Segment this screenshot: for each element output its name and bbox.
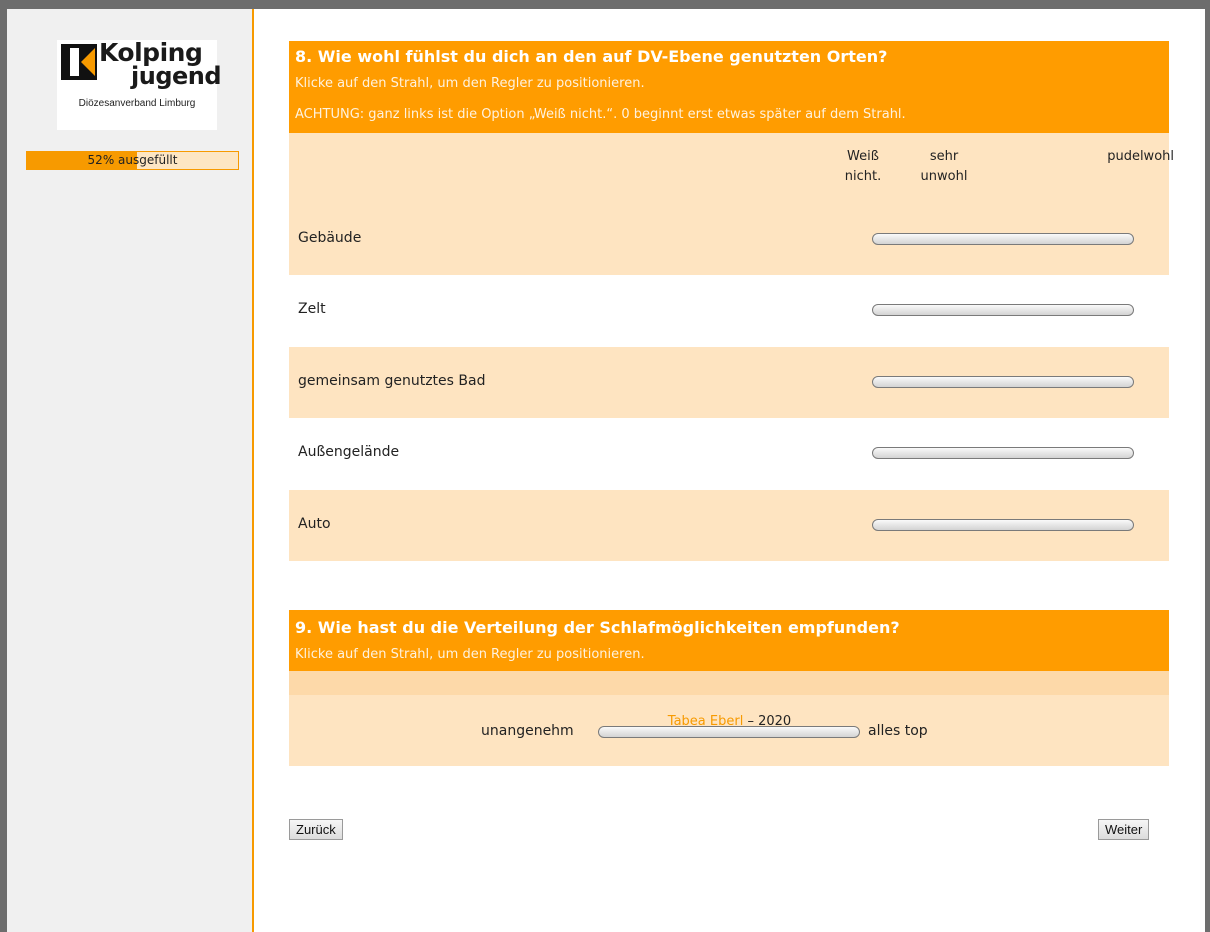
sidebar: Kolping jugend Diözesanverband Limburg 5… [7, 9, 254, 932]
footer-separator: – [743, 714, 759, 729]
slider-zelt[interactable] [872, 304, 1134, 316]
row-label: Gebäude [298, 230, 362, 246]
question-8-row: Außengelände [289, 418, 1169, 489]
slider-gebaeude[interactable] [872, 233, 1134, 245]
footer-year: 2020 [758, 714, 792, 729]
question-8-header: 8. Wie wohl fühlst du dich an den auf DV… [289, 41, 1169, 133]
progress-bar: 52% ausgefüllt [26, 151, 239, 170]
scale-high-label: pudelwohl [1107, 149, 1174, 164]
row-label: Außengelände [298, 444, 400, 460]
scale-low-label: sehr unwohl [920, 149, 968, 184]
main-content: 8. Wie wohl fühlst du dich an den auf DV… [254, 9, 1205, 932]
row-label: Zelt [298, 301, 326, 317]
question-8-warning: ACHTUNG: ganz links ist die Option „Weiß… [295, 107, 906, 122]
slider-bad[interactable] [872, 376, 1134, 388]
next-button[interactable]: Weiter [1098, 819, 1150, 840]
row-label: Auto [298, 516, 331, 532]
footer-author: Tabea Eberl [667, 714, 744, 729]
question-9-spacer [289, 671, 1169, 695]
logo-line2: jugend [131, 62, 222, 90]
question-8-hint: Klicke auf den Strahl, um den Regler zu … [295, 76, 645, 91]
slider-aussengelaende[interactable] [872, 447, 1134, 459]
footer: Tabea Eberl – 2020 [254, 714, 1205, 729]
back-button[interactable]: Zurück [289, 819, 343, 840]
logo-subline: Diözesanverband Limburg [78, 98, 196, 109]
question-8-row: Zelt [289, 275, 1169, 346]
kolping-k-icon [61, 44, 97, 80]
question-8-title: 8. Wie wohl fühlst du dich an den auf DV… [295, 47, 888, 66]
question-8-row: Auto [289, 490, 1169, 561]
question-8-scale-header: Weiß nicht. sehr unwohl pudelwohl [289, 133, 1174, 204]
question-9-header: 9. Wie hast du die Verteilung der Schlaf… [289, 610, 1169, 671]
question-8-row: Gebäude [289, 204, 1169, 275]
kolpingjugend-logo: Kolping jugend Diözesanverband Limburg [57, 38, 222, 130]
question-8-row: gemeinsam genutztes Bad [289, 347, 1169, 418]
question-9-title: 9. Wie hast du die Verteilung der Schlaf… [295, 618, 900, 637]
scale-dont-know-label: Weiß nicht. [844, 149, 882, 184]
progress-label: 52% ausgefüllt [87, 153, 178, 167]
question-9-row: unangenehm alles top [289, 695, 1169, 766]
question-9-hint: Klicke auf den Strahl, um den Regler zu … [295, 647, 645, 662]
slider-auto[interactable] [872, 519, 1134, 531]
row-label: gemeinsam genutztes Bad [298, 373, 486, 389]
